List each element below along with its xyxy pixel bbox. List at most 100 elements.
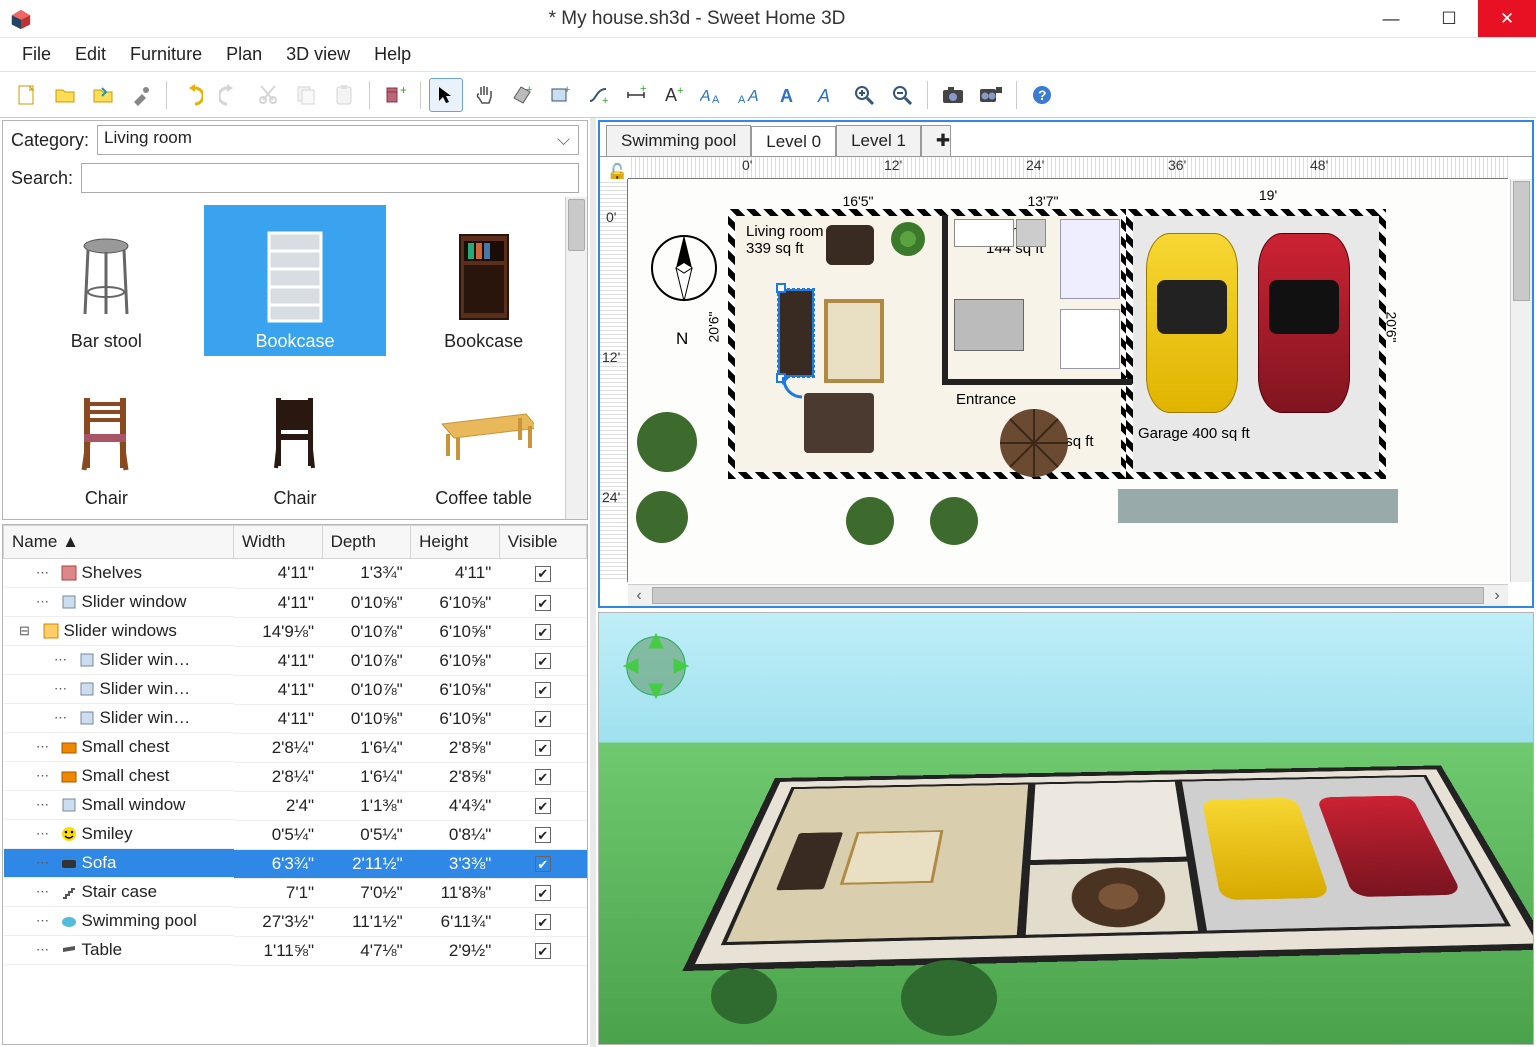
catalog-item-bookcase2[interactable]: Bookcase — [392, 205, 575, 356]
menu-help[interactable]: Help — [362, 40, 423, 69]
plan-car-red[interactable] — [1258, 233, 1350, 413]
visible-checkbox[interactable]: ✔ — [535, 943, 551, 959]
col-name[interactable]: Name ▲ — [4, 526, 234, 559]
row-name: Slider win… — [100, 650, 191, 670]
category-label: Category: — [11, 130, 89, 151]
catalog-item-barstool[interactable]: Bar stool — [15, 205, 198, 356]
create-wall-icon[interactable]: + — [505, 78, 539, 112]
decrease-text-icon[interactable]: AA — [733, 78, 767, 112]
svg-text:A: A — [665, 85, 677, 105]
catalog-item-chair[interactable]: Chair — [15, 362, 198, 513]
redo-icon[interactable] — [213, 78, 247, 112]
visible-checkbox[interactable]: ✔ — [535, 595, 551, 611]
save-icon[interactable] — [86, 78, 120, 112]
table-row[interactable]: ⋯Small chest2'8¼"1'6¼"2'8⅝"✔ — [4, 762, 587, 791]
plan-car-yellow[interactable] — [1146, 233, 1238, 413]
plan-view[interactable]: Swimming pool Level 0 Level 1 ✚ 🔓 0' 12'… — [598, 120, 1534, 608]
visible-checkbox[interactable]: ✔ — [535, 827, 551, 843]
table-row[interactable]: ⋯Stair case7'1"7'0½"11'8⅜"✔ — [4, 878, 587, 907]
bold-icon[interactable]: A — [771, 78, 805, 112]
table-row[interactable]: ⋯Slider win…4'11"0'10⅝"6'10⅝"✔ — [4, 704, 587, 733]
furniture-catalog: Category: Living room Search: Bar stool — [2, 120, 588, 520]
table-row[interactable]: ⋯Smiley0'5¼"0'5¼"0'8¼"✔ — [4, 820, 587, 849]
undo-icon[interactable] — [175, 78, 209, 112]
horizontal-ruler: 0' 12' 24' 36' 48' — [628, 157, 1508, 179]
table-row[interactable]: ⊟Slider windows14'9⅛"0'10⅞"6'10⅝"✔ — [4, 617, 587, 646]
tab-swimming-pool[interactable]: Swimming pool — [606, 125, 751, 156]
3d-view[interactable] — [598, 612, 1534, 1045]
table-row[interactable]: ⋯Swimming pool27'3½"11'1½"6'11¾"✔ — [4, 907, 587, 936]
col-visible[interactable]: Visible — [499, 526, 586, 559]
table-row[interactable]: ⋯Small chest2'8¼"1'6¼"2'8⅝"✔ — [4, 733, 587, 762]
create-text-icon[interactable]: A+ — [657, 78, 691, 112]
paste-icon[interactable] — [327, 78, 361, 112]
table-row[interactable]: ⋯Small window2'4"1'1⅜"4'4¾"✔ — [4, 791, 587, 820]
category-select[interactable]: Living room — [97, 125, 579, 155]
catalog-item-bookcase[interactable]: Bookcase — [204, 205, 387, 356]
row-name: Smiley — [82, 824, 133, 844]
close-button[interactable]: ✕ — [1478, 0, 1536, 37]
catalog-item-chair2[interactable]: Chair — [204, 362, 387, 513]
visible-checkbox[interactable]: ✔ — [535, 624, 551, 640]
menu-edit[interactable]: Edit — [63, 40, 118, 69]
create-dimension-icon[interactable]: + — [619, 78, 653, 112]
3d-navigation-pad[interactable] — [617, 627, 695, 705]
zoom-in-icon[interactable] — [847, 78, 881, 112]
window-icon — [78, 709, 96, 727]
visible-checkbox[interactable]: ✔ — [535, 740, 551, 756]
italic-icon[interactable]: A — [809, 78, 843, 112]
open-file-icon[interactable] — [48, 78, 82, 112]
cut-icon[interactable] — [251, 78, 285, 112]
video-icon[interactable] — [974, 78, 1008, 112]
visible-checkbox[interactable]: ✔ — [535, 566, 551, 582]
visible-checkbox[interactable]: ✔ — [535, 711, 551, 727]
catalog-item-coffeetable[interactable]: Coffee table — [392, 362, 575, 513]
minimize-button[interactable]: — — [1362, 0, 1420, 37]
zoom-out-icon[interactable] — [885, 78, 919, 112]
visible-checkbox[interactable]: ✔ — [535, 856, 551, 872]
tab-level-1[interactable]: Level 1 — [836, 125, 921, 156]
window-icon — [60, 593, 78, 611]
plan-sofa[interactable] — [778, 289, 814, 377]
menu-3dview[interactable]: 3D view — [274, 40, 362, 69]
tab-level-0[interactable]: Level 0 — [751, 126, 836, 157]
new-file-icon[interactable] — [10, 78, 44, 112]
visible-checkbox[interactable]: ✔ — [535, 653, 551, 669]
col-width[interactable]: Width — [234, 526, 323, 559]
table-row[interactable]: ⋯Shelves4'11"1'3¾"4'11"✔ — [4, 559, 587, 589]
visible-checkbox[interactable]: ✔ — [535, 769, 551, 785]
catalog-scrollbar[interactable] — [565, 197, 587, 519]
select-icon[interactable] — [429, 78, 463, 112]
create-room-icon[interactable]: + — [543, 78, 577, 112]
visible-checkbox[interactable]: ✔ — [535, 885, 551, 901]
visible-checkbox[interactable]: ✔ — [535, 798, 551, 814]
menu-plan[interactable]: Plan — [214, 40, 274, 69]
menu-furniture[interactable]: Furniture — [118, 40, 214, 69]
table-row[interactable]: ⋯Slider win…4'11"0'10⅞"6'10⅝"✔ — [4, 646, 587, 675]
pan-icon[interactable] — [467, 78, 501, 112]
add-level-button[interactable]: ✚ — [921, 125, 951, 156]
visible-checkbox[interactable]: ✔ — [535, 914, 551, 930]
col-depth[interactable]: Depth — [322, 526, 411, 559]
table-row[interactable]: ⋯Slider window4'11"0'10⅝"6'10⅝"✔ — [4, 588, 587, 617]
search-input[interactable] — [81, 163, 579, 193]
plan-vertical-scrollbar[interactable] — [1510, 179, 1532, 582]
menu-file[interactable]: File — [10, 40, 63, 69]
photo-icon[interactable] — [936, 78, 970, 112]
create-polyline-icon[interactable]: + — [581, 78, 615, 112]
table-row[interactable]: ⋯Slider win…4'11"0'10⅞"6'10⅝"✔ — [4, 675, 587, 704]
chair-wood-icon — [56, 386, 156, 482]
help-icon[interactable]: ? — [1025, 78, 1059, 112]
increase-text-icon[interactable]: AA — [695, 78, 729, 112]
copy-icon[interactable] — [289, 78, 323, 112]
visible-checkbox[interactable]: ✔ — [535, 682, 551, 698]
table-row[interactable]: ⋯Sofa6'3¾"2'11½"3'3⅜"✔ — [4, 849, 587, 878]
plan-horizontal-scrollbar[interactable]: ‹› — [628, 584, 1508, 606]
svg-text:A: A — [712, 94, 720, 106]
add-furniture-icon[interactable]: + — [378, 78, 412, 112]
table-row[interactable]: ⋯Table1'11⅝"4'7⅛"2'9½"✔ — [4, 936, 587, 965]
floor-plan-canvas[interactable]: N 16'5" 13'7" 19' 20'6" 20'6" Living roo… — [628, 179, 1508, 582]
preferences-icon[interactable] — [124, 78, 158, 112]
col-height[interactable]: Height — [411, 526, 500, 559]
maximize-button[interactable]: ☐ — [1420, 0, 1478, 37]
